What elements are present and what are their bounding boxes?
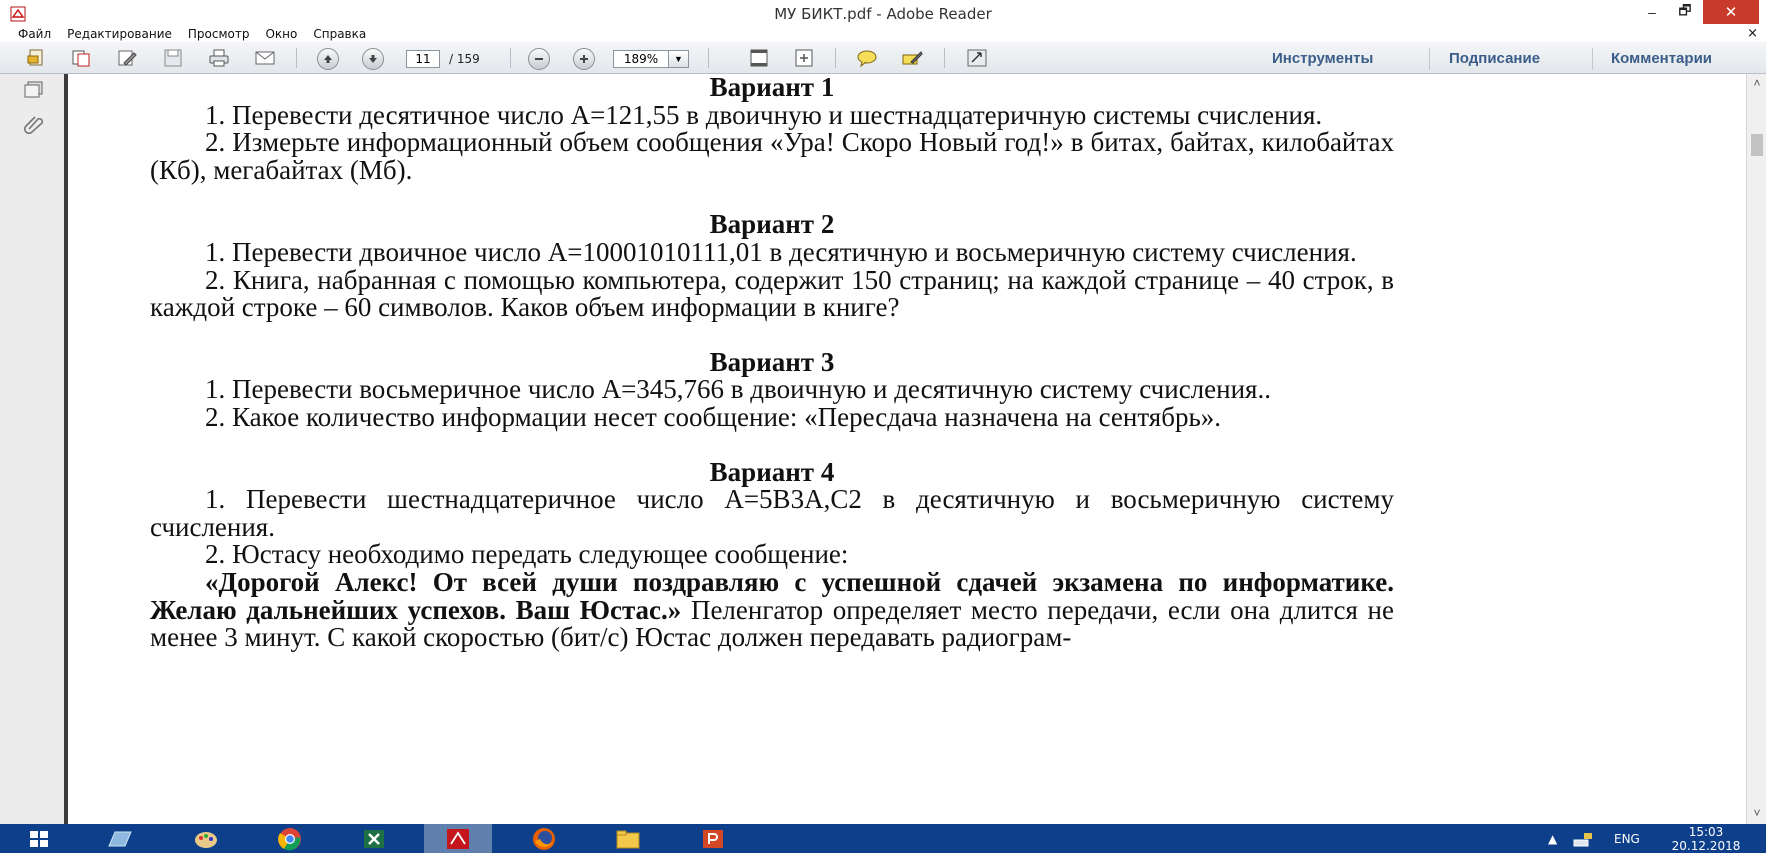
email-icon[interactable] <box>252 47 278 69</box>
full-screen-icon[interactable] <box>791 47 817 69</box>
toolbar-separator <box>708 48 709 68</box>
adobe-reader-task-icon[interactable] <box>424 824 492 853</box>
tray-expand-icon[interactable]: ▲ <box>1548 824 1557 853</box>
zoom-out-button[interactable] <box>528 48 550 70</box>
windows-start-icon[interactable] <box>14 824 64 853</box>
toolbar-separator <box>510 48 511 68</box>
firefox-icon[interactable] <box>516 824 572 853</box>
tools-link[interactable]: Инструменты <box>1272 50 1373 67</box>
arrow-up-icon <box>324 55 332 63</box>
maximize-button[interactable]: 🗗 <box>1670 0 1700 24</box>
zoom-in-button[interactable] <box>573 48 595 70</box>
page-total: / 159 <box>449 52 480 66</box>
edit-document-icon[interactable] <box>114 47 140 69</box>
fit-page-icon[interactable] <box>746 47 772 69</box>
variant-4-task-2: 2. Юстасу необходимо передать следующее … <box>205 539 849 570</box>
variant-3-task-1: 1. Перевести восьмеричное число A=345,76… <box>205 374 1271 405</box>
navigation-pane <box>0 74 68 824</box>
scroll-up-icon[interactable]: ˄ <box>1747 74 1766 92</box>
comments-link[interactable]: Комментарии <box>1611 50 1712 67</box>
variant-1-task-1: 1. Перевести десятичное число A=121,55 в… <box>205 99 1323 130</box>
page-number-input[interactable]: 11 <box>406 50 440 68</box>
document-view[interactable]: Вариант 1 1. Перевести десятичное число … <box>68 74 1746 824</box>
toolbar-separator <box>835 48 836 68</box>
arrow-down-icon <box>369 55 377 63</box>
chrome-icon[interactable] <box>262 824 318 853</box>
comment-icon[interactable] <box>854 47 880 69</box>
document-page: Вариант 1 1. Перевести десятичное число … <box>150 74 1394 652</box>
minus-icon <box>535 58 543 60</box>
system-clock[interactable]: 15:03 20.12.2018 <box>1666 825 1746 853</box>
variant-2-task-1: 1. Перевести двоичное число A=1000101011… <box>205 236 1357 267</box>
network-icon[interactable] <box>1572 824 1594 853</box>
window-title: МУ БИКТ.pdf - Adobe Reader <box>774 5 992 23</box>
paint-app-icon[interactable] <box>178 824 234 853</box>
close-button[interactable]: ✕ <box>1703 0 1759 24</box>
variant-3-task-2: 2. Какое количество информации несет соо… <box>205 401 1222 432</box>
scroll-thumb[interactable] <box>1751 134 1763 156</box>
zoom-dropdown-button[interactable]: ▼ <box>669 50 689 68</box>
variant-3-heading: Вариант 3 <box>709 346 835 377</box>
next-page-button[interactable] <box>362 48 384 70</box>
link-separator <box>1429 48 1430 70</box>
title-bar: МУ БИКТ.pdf - Adobe Reader – 🗗 ✕ <box>0 0 1766 28</box>
save-icon[interactable] <box>160 47 186 69</box>
variant-1-heading: Вариант 1 <box>709 74 835 102</box>
close-document-button[interactable]: × <box>1747 26 1758 41</box>
page-thumbnails-icon[interactable] <box>20 78 48 102</box>
toolbar: 11 / 159 189% ▼ Инструменты Подписание К… <box>0 42 1766 74</box>
language-indicator[interactable]: ENG <box>1614 824 1640 853</box>
variant-4-heading: Вариант 4 <box>709 456 835 487</box>
create-pdf-icon[interactable] <box>24 47 50 69</box>
vertical-scrollbar[interactable]: ˄ ˅ <box>1746 74 1766 824</box>
variant-4-task-1: 1. Перевести шестнадцатеричное число A=5… <box>150 484 1394 542</box>
toolbar-separator <box>944 48 945 68</box>
variant-1-task-2: 2. Измерьте информационный объем сообщен… <box>150 127 1394 185</box>
print-icon[interactable] <box>206 47 232 69</box>
combine-files-icon[interactable] <box>68 47 94 69</box>
highlight-icon[interactable] <box>899 47 925 69</box>
link-separator <box>1592 48 1593 70</box>
variant-2-heading: Вариант 2 <box>709 209 835 240</box>
clock-date: 20.12.2018 <box>1671 839 1741 853</box>
minimize-button[interactable]: – <box>1637 0 1667 24</box>
file-explorer-icon[interactable] <box>600 824 656 853</box>
excel-icon[interactable] <box>346 824 402 853</box>
book-app-icon[interactable] <box>92 824 148 853</box>
sign-link[interactable]: Подписание <box>1449 50 1540 67</box>
variant-4-message: «Дорогой Алекс! От всей души поздравляю … <box>150 568 1394 652</box>
toolbar-separator <box>296 48 297 68</box>
scroll-down-icon[interactable]: ˅ <box>1747 804 1766 822</box>
expand-icon[interactable] <box>964 47 990 69</box>
variant-2-task-2: 2. Книга, набранная с помощью компьютера… <box>150 264 1394 323</box>
attachments-icon[interactable] <box>20 112 48 136</box>
zoom-input[interactable]: 189% <box>613 50 669 68</box>
taskbar: ▲ ENG 15:03 20.12.2018 <box>0 824 1766 853</box>
clock-time: 15:03 <box>1688 825 1724 839</box>
previous-page-button[interactable] <box>317 48 339 70</box>
plus-icon <box>580 55 588 63</box>
powerpoint-icon[interactable] <box>684 824 742 853</box>
